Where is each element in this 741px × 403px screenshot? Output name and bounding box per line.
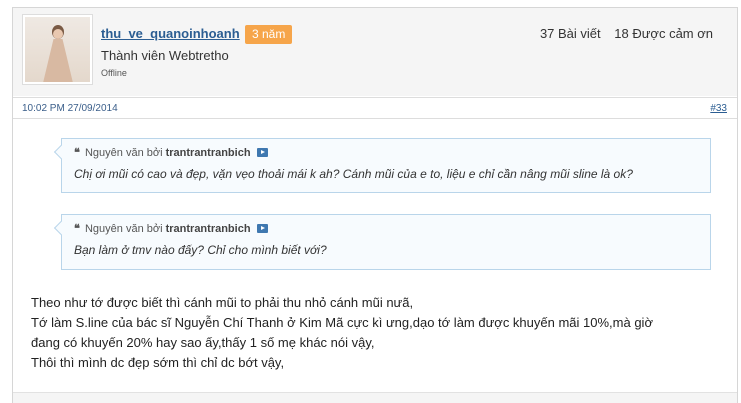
quote-header: ❝ Nguyên văn bởi trantrantranbich [74, 146, 268, 159]
post-count: 37 Bài viết [539, 26, 601, 41]
quote-icon: ❝ [74, 223, 80, 235]
user-stats: 37 Bài viết 18 Được cảm ơn [530, 26, 713, 41]
quote-block: ❝ Nguyên văn bởi trantrantranbich Chị ơi… [53, 138, 711, 193]
post-footer [13, 392, 737, 403]
post-meta-bar: 10:02 PM 27/09/2014 #33 [13, 97, 737, 119]
quote-prefix: Nguyên văn bởi [84, 223, 163, 235]
quote-author: trantrantranbich [165, 223, 251, 235]
membership-badge: 3 năm [245, 25, 293, 44]
user-title: Thành viên Webtretho [101, 48, 229, 63]
avatar[interactable] [22, 14, 93, 85]
post-line: đang có khuyến 20% hay sao ấy,thấy 1 số … [31, 335, 375, 350]
post-line: Theo như tớ được biết thì cánh mũi to ph… [31, 295, 414, 310]
post-line: Tớ làm S.line của bác sĩ Nguyễn Chí Than… [31, 315, 653, 330]
online-status: Offline [101, 68, 127, 78]
quote-prefix: Nguyên văn bởi [84, 147, 163, 159]
quote-author: trantrantranbich [165, 147, 251, 159]
view-post-icon[interactable] [256, 224, 268, 233]
post-datetime: 10:02 PM 27/09/2014 [22, 103, 118, 114]
thanks-count: 18 Được cảm ơn [614, 26, 713, 41]
avatar-image [25, 17, 90, 82]
view-post-icon[interactable] [256, 148, 268, 157]
post-content: Theo như tớ được biết thì cánh mũi to ph… [31, 293, 653, 373]
quote-icon: ❝ [74, 147, 80, 159]
post-header: thu_ve_quanoinhoanh 3 năm Thành viên Web… [13, 8, 737, 96]
username-link[interactable]: thu_ve_quanoinhoanh [101, 26, 240, 41]
quote-block: ❝ Nguyên văn bởi trantrantranbich Bạn là… [53, 214, 711, 270]
forum-post: thu_ve_quanoinhoanh 3 năm Thành viên Web… [12, 7, 738, 403]
quote-text: Bạn làm ở tmv nào đấy? Chỉ cho mình biết… [74, 243, 327, 257]
quote-text: Chị ơi mũi có cao và đẹp, vặn vẹo thoải … [74, 167, 633, 181]
quote-header: ❝ Nguyên văn bởi trantrantranbich [74, 222, 268, 235]
post-number-link[interactable]: #33 [710, 103, 727, 114]
post-line: Thôi thì mình dc đẹp sớm thì chỉ dc bớt … [31, 355, 285, 370]
